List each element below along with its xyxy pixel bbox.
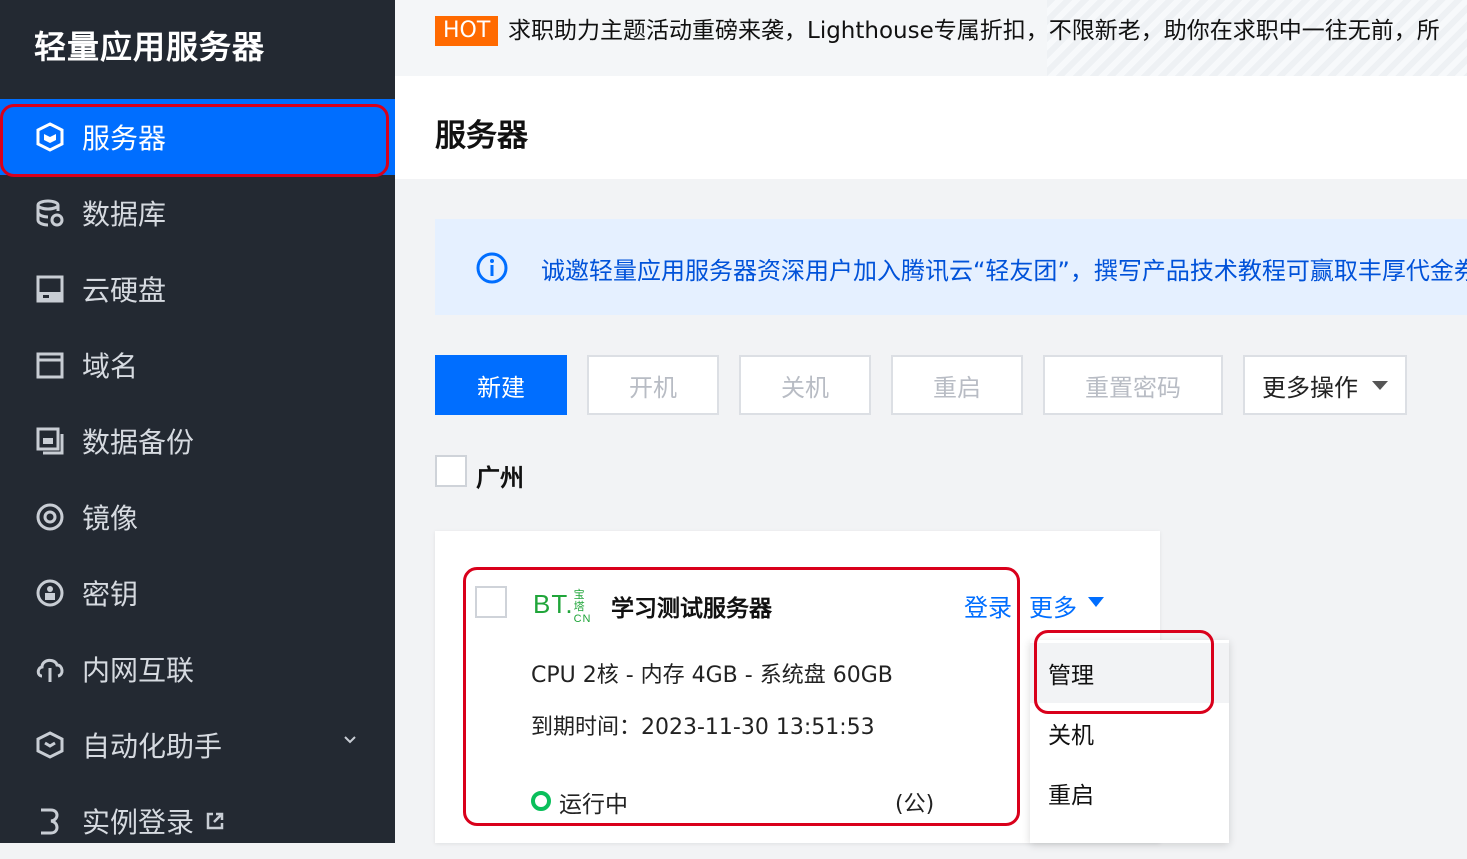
sidebar-item-label: 域名 — [82, 350, 139, 383]
sidebar-item-label: 数据备份 — [82, 426, 195, 459]
more-link[interactable]: 更多 — [1029, 588, 1077, 623]
new-button[interactable]: 新建 — [435, 355, 567, 415]
sidebar-item-label: 自动化助手 — [82, 730, 223, 763]
region-checkbox[interactable] — [435, 455, 467, 487]
notice-text[interactable]: 诚邀轻量应用服务器资深用户加入腾讯云“轻友团”，撰写产品技术教程可赢取丰厚代金券 — [541, 251, 1467, 286]
server-expiry: 到期时间：2023-11-30 13:51:53 — [531, 715, 875, 740]
login-link[interactable]: 登录 — [964, 588, 1012, 623]
cube-icon — [34, 121, 66, 153]
bt-logo: BT.宝塔CN — [533, 589, 592, 625]
sidebar-item-label: 服务器 — [82, 122, 167, 155]
sidebar-item-label: 内网互联 — [82, 654, 195, 687]
database-icon — [34, 197, 66, 229]
menu-item-restart[interactable]: 重启 — [1030, 763, 1229, 823]
menu-item-shutdown[interactable]: 关机 — [1030, 703, 1229, 763]
region-label: 广州 — [476, 464, 524, 492]
sidebar-item-server[interactable]: 服务器 — [0, 99, 395, 175]
info-notice: 诚邀轻量应用服务器资深用户加入腾讯云“轻友团”，撰写产品技术教程可赢取丰厚代金券 — [435, 219, 1467, 315]
external-link-icon — [206, 812, 224, 830]
sidebar-item-automation[interactable]: 自动化助手 — [0, 707, 395, 783]
automation-icon — [34, 729, 66, 761]
more-actions-button[interactable]: 更多操作 — [1243, 355, 1407, 415]
backup-icon — [34, 425, 66, 457]
sidebar-item-disk[interactable]: 云硬盘 — [0, 251, 395, 327]
server-spec: CPU 2核 - 内存 4GB - 系统盘 60GB — [531, 663, 893, 688]
page-title: 服务器 — [435, 118, 528, 154]
sidebar-item-label: 云硬盘 — [82, 274, 167, 307]
login-icon — [34, 805, 66, 837]
caret-down-icon — [1372, 380, 1388, 390]
sidebar-item-database[interactable]: 数据库 — [0, 175, 395, 251]
info-icon — [476, 252, 508, 284]
sidebar-item-label: 数据库 — [82, 198, 167, 231]
sidebar-item-network[interactable]: 内网互联 — [0, 631, 395, 707]
more-dropdown-menu: 管理 关机 重启 — [1030, 640, 1229, 843]
app-title: 轻量应用服务器 — [34, 28, 266, 66]
reset-password-button[interactable]: 重置密码 — [1043, 355, 1223, 415]
sidebar-item-backup[interactable]: 数据备份 — [0, 403, 395, 479]
sidebar-item-domain[interactable]: 域名 — [0, 327, 395, 403]
sidebar-item-image[interactable]: 镜像 — [0, 479, 395, 555]
sidebar-item-label: 密钥 — [82, 578, 139, 611]
public-ip-label[interactable]: (公) — [895, 786, 934, 818]
start-button[interactable]: 开机 — [587, 355, 719, 415]
caret-down-icon[interactable] — [1088, 597, 1104, 607]
sidebar-item-label: 实例登录 — [82, 806, 195, 839]
sidebar: 轻量应用服务器 服务器 数据库 云硬盘 域名 数据备份 镜像 密钥 内网互联 自… — [0, 0, 395, 843]
chevron-down-icon[interactable] — [343, 733, 357, 747]
stop-button[interactable]: 关机 — [739, 355, 871, 415]
page-header: 服务器 — [395, 76, 1467, 179]
main-content: HOT 求职助力主题活动重磅来袭，Lighthouse专属折扣，不限新老，助你在… — [395, 0, 1467, 843]
restart-button[interactable]: 重启 — [891, 355, 1023, 415]
more-actions-label: 更多操作 — [1262, 373, 1358, 402]
sidebar-item-instance-login[interactable]: 实例登录 — [0, 783, 395, 859]
server-name[interactable]: 学习测试服务器 — [611, 589, 772, 623]
key-icon — [34, 577, 66, 609]
menu-item-manage[interactable]: 管理 — [1030, 643, 1229, 703]
network-icon — [34, 653, 66, 685]
promo-banner[interactable]: HOT 求职助力主题活动重磅来袭，Lighthouse专属折扣，不限新老，助你在… — [395, 0, 1467, 76]
disk-icon — [34, 273, 66, 305]
sidebar-item-label: 镜像 — [82, 502, 139, 535]
banner-text[interactable]: 求职助力主题活动重磅来袭，Lighthouse专属折扣，不限新老，助你在求职中一… — [508, 16, 1440, 46]
status-text: 运行中 — [559, 792, 628, 818]
hot-badge: HOT — [435, 16, 499, 46]
running-status-icon — [531, 791, 551, 811]
sidebar-item-key[interactable]: 密钥 — [0, 555, 395, 631]
domain-icon — [34, 349, 66, 381]
image-icon — [34, 501, 66, 533]
server-checkbox[interactable] — [475, 586, 507, 618]
